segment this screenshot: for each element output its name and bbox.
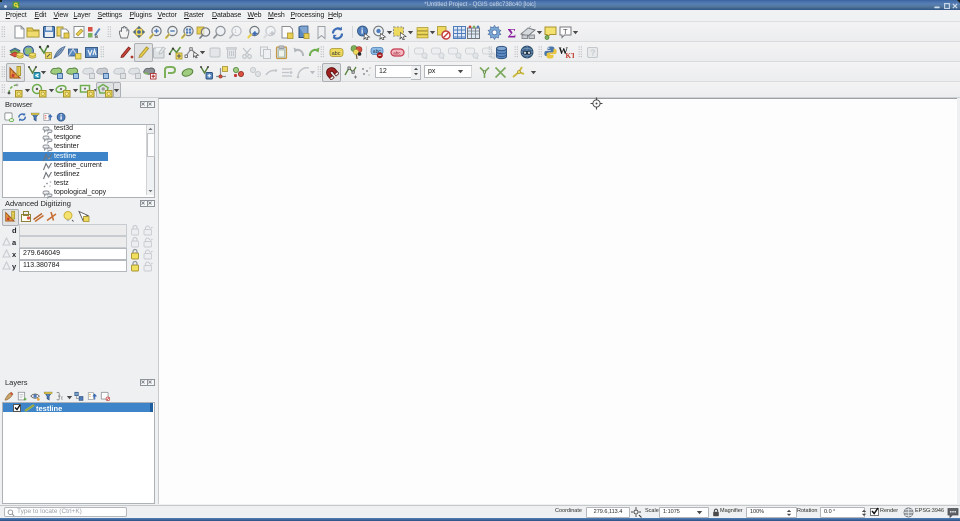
svg-text:abc: abc xyxy=(393,50,401,55)
svg-text:Σ: Σ xyxy=(508,26,517,41)
svg-text:1: 1 xyxy=(234,29,237,35)
svg-text:T: T xyxy=(563,27,568,36)
svg-text:ε: ε xyxy=(61,396,64,402)
svg-text:abc: abc xyxy=(332,51,341,57)
svg-text:a: a xyxy=(95,34,99,39)
svg-text:KT: KT xyxy=(566,52,575,60)
svg-text:?: ? xyxy=(591,49,596,58)
